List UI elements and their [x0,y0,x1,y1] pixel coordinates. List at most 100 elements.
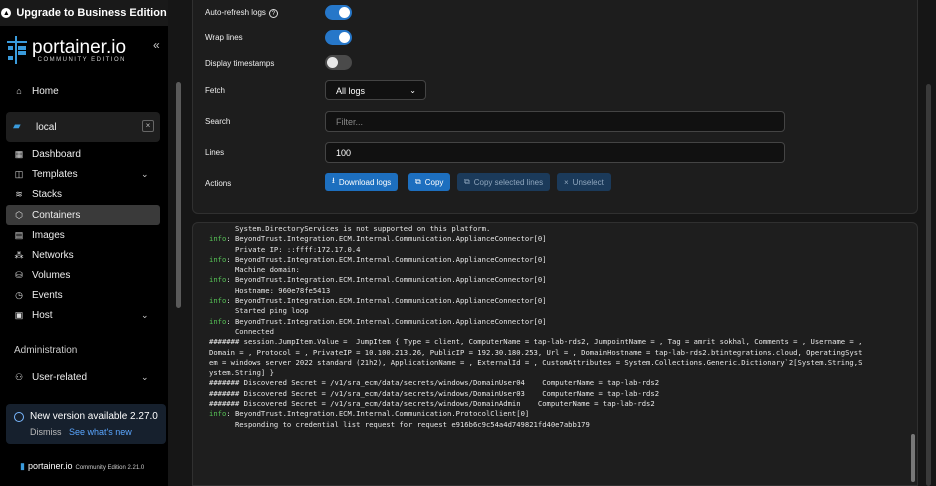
chevron-down-icon[interactable]: ⌄ [141,372,149,383]
footer-version: ▮ portainer.io Community Edition 2.21.0 [20,461,144,472]
download-icon: ⭳ [332,176,335,185]
log-line[interactable]: ####### session.JumpItem.Value = JumpIte… [209,337,909,347]
copy-selected-lines-button[interactable]: ⧉ Copy selected lines [457,173,551,191]
dashboard-icon: ▦ [14,149,24,159]
log-text: Started ping loop [209,306,309,316]
page-scrollbar[interactable] [926,84,931,486]
log-line[interactable]: Domain = , Protocol = , PrivateIP = 10.1… [209,348,909,358]
log-text: Hostname: 960e78fe5413 [209,285,331,295]
log-line[interactable]: info: BeyondTrust.Integration.ECM.Intern… [209,255,909,265]
lines-label: Lines [205,148,225,157]
display-timestamps-label: Display timestamps [205,59,275,68]
sidebar-item-user-related[interactable]: ⚇ User-related [14,368,87,386]
fetch-select[interactable]: All logs ⌄ [325,80,426,100]
volumes-icon: ⛁ [15,270,23,280]
sidebar-item-volumes[interactable]: ⛁ Volumes [14,266,70,284]
log-text: : BeyondTrust.Integration.ECM.Internal.C… [226,254,547,264]
log-line[interactable]: Connected [209,327,909,337]
log-line[interactable]: em = windows server 2022 standard (21h2)… [209,358,909,368]
events-icon: ◷ [15,290,23,300]
log-line[interactable]: ystem.String] } [209,368,909,378]
footer-logo-icon: ▮ [20,461,25,471]
log-line[interactable]: ####### Discovered Secret = /v1/sra_ecm/… [209,389,909,399]
auto-refresh-toggle[interactable] [325,5,352,20]
footer-edition: Community Edition 2.21.0 [75,465,145,471]
sidebar-item-label: Dashboard [32,148,81,160]
sidebar-item-label: Stacks [32,188,63,200]
log-line[interactable]: System.DirectoryServices is not supporte… [209,224,909,234]
sidebar-item-label: User-related [32,371,88,383]
portainer-logo[interactable]: portainer.io COMMUNITY EDITION [6,36,126,64]
collapse-sidebar-icon[interactable]: « [153,38,160,52]
actions-label: Actions [205,179,232,188]
download-logs-button[interactable]: ⭳ Download logs [325,173,399,191]
log-level-badge: info [209,409,227,419]
sidebar-item-events[interactable]: ◷ Events [14,286,63,304]
upgrade-icon: ▲ [1,8,12,18]
upgrade-button[interactable]: ▲ Upgrade to Business Edition [0,0,168,26]
auto-refresh-label: Auto-refresh logs? [205,8,278,18]
display-timestamps-toggle[interactable] [325,55,352,70]
chevron-down-icon[interactable]: ⌄ [141,169,149,180]
templates-icon: ◫ [14,169,24,179]
log-text: em = windows server 2022 standard (21h2)… [209,357,863,367]
sidebar-item-label: Containers [32,209,81,221]
log-line[interactable]: Responding to credential list request fo… [209,420,909,430]
sidebar-item-label: Templates [32,168,78,180]
dismiss-link[interactable]: Dismiss [30,427,62,437]
crane-logo-icon [6,36,28,64]
log-line[interactable]: info: BeyondTrust.Integration.ECM.Intern… [209,296,909,306]
log-text: : BeyondTrust.Integration.ECM.Internal.C… [226,316,547,326]
sidebar-item-containers[interactable]: ⬡ Containers [14,206,80,224]
log-line[interactable]: ####### Discovered Secret = /v1/sra_ecm/… [209,378,909,388]
help-icon[interactable]: ? [268,9,278,18]
sidebar-item-label: Events [32,289,63,301]
chevron-down-icon[interactable]: ⌄ [141,310,149,321]
search-input[interactable] [325,111,785,132]
log-line[interactable]: Hostname: 960e78fe5413 [209,286,909,296]
sidebar-item-dashboard[interactable]: ▦ Dashboard [14,145,81,163]
sidebar-item-host[interactable]: ▣ Host [14,306,53,324]
close-environment-icon[interactable]: × [142,120,154,132]
log-line[interactable]: Private IP: ::ffff:172.17.0.4 [209,245,909,255]
unselect-button[interactable]: × Unselect [557,173,611,191]
log-line[interactable]: info: BeyondTrust.Integration.ECM.Intern… [209,275,909,285]
log-text: Domain = , Protocol = , PrivateIP = 10.1… [209,347,863,357]
sidebar-item-stacks[interactable]: ≋ Stacks [14,185,62,203]
log-text: System.DirectoryServices is not supporte… [209,224,491,233]
log-text: ####### Discovered Secret = /v1/sra_ecm/… [209,399,655,409]
portainer-app: ▲ Upgrade to Business Edition portainer.… [0,0,936,486]
fetch-label: Fetch [205,86,226,95]
environment-card[interactable]: ▰ local × [6,112,160,142]
close-icon: × [564,177,569,187]
log-text: Connected [209,326,274,336]
sidebar-item-networks[interactable]: ⁂ Networks [14,246,74,264]
copy-button[interactable]: ⧉ Copy [408,173,451,191]
log-line[interactable]: Machine domain: [209,265,909,275]
environment-name: local [36,122,57,133]
sidebar-item-label: Home [32,85,59,97]
log-line[interactable]: info: BeyondTrust.Integration.ECM.Intern… [209,409,909,419]
copy-icon: ⧉ [464,177,470,186]
sidebar-item-images[interactable]: ▤ Images [14,226,65,244]
new-version-text: New version available 2.27.0 [30,411,158,422]
upgrade-label: Upgrade to Business Edition [16,7,167,19]
whats-new-link[interactable]: See what's new [69,427,132,437]
log-scrollbar[interactable] [911,434,915,482]
docker-icon: ▰ [13,121,21,132]
log-line[interactable]: Started ping loop [209,306,909,316]
sidebar-scrollbar[interactable] [176,82,181,308]
search-label: Search [205,117,231,126]
lines-input[interactable] [325,142,785,163]
wrap-lines-toggle[interactable] [325,30,352,45]
log-text: : BeyondTrust.Integration.ECM.Internal.C… [226,234,547,244]
sidebar-item-home[interactable]: ⌂ Home [14,82,59,100]
log-line[interactable]: info: BeyondTrust.Integration.ECM.Intern… [209,234,909,244]
log-line[interactable]: ####### Discovered Secret = /v1/sra_ecm/… [209,399,909,409]
copy-icon: ⧉ [415,177,421,186]
images-icon: ▤ [14,230,24,240]
log-line[interactable]: info: BeyondTrust.Integration.ECM.Intern… [209,317,909,327]
sidebar-item-templates[interactable]: ◫ Templates [14,165,78,183]
log-level-badge: info [209,234,227,244]
log-output[interactable]: System.DirectoryServices is not supporte… [192,222,918,486]
